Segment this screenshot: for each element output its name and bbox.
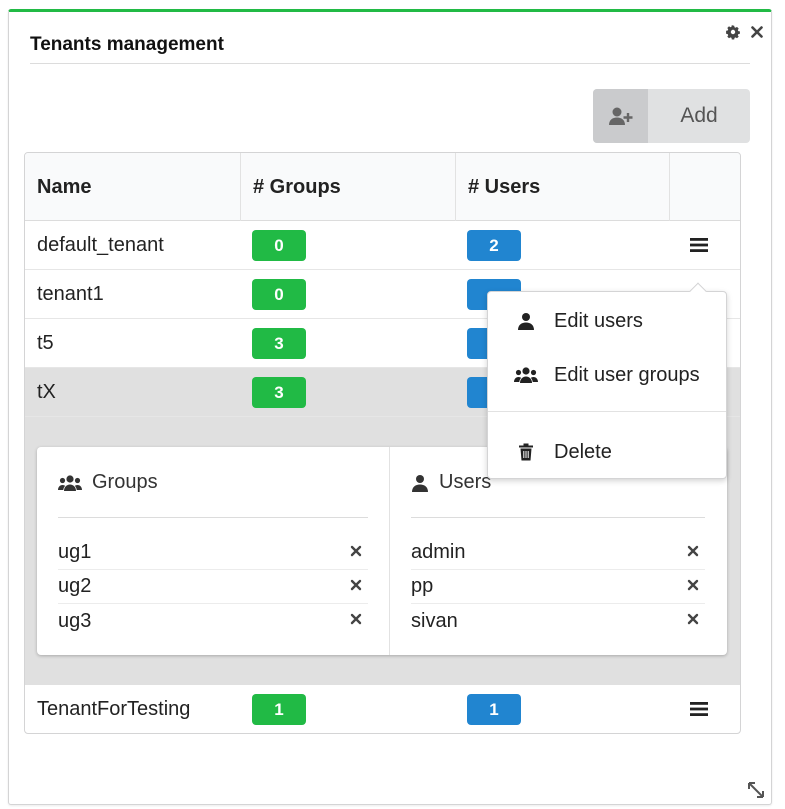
user-name: pp	[411, 575, 434, 597]
table-row[interactable]: TenantForTesting 1 1	[25, 685, 740, 733]
user-name: admin	[411, 541, 466, 563]
groups-count-badge: 0	[252, 230, 306, 261]
group-name: ug2	[58, 575, 92, 597]
user-item: sivan	[411, 604, 705, 638]
groups-count-badge: 3	[252, 377, 306, 408]
menu-icon[interactable]	[689, 236, 709, 254]
remove-user-icon[interactable]	[687, 545, 699, 557]
tenant-name: default_tenant	[37, 233, 164, 256]
tenant-name: tenant1	[37, 282, 104, 305]
user-name: sivan	[411, 609, 458, 632]
remove-user-icon[interactable]	[687, 613, 699, 625]
users-divider	[411, 517, 705, 518]
column-header-users[interactable]: # Users	[456, 153, 670, 221]
users-count-badge: 1	[467, 694, 521, 725]
column-header-name[interactable]: Name	[25, 153, 241, 221]
users-count-badge: 2	[467, 230, 521, 261]
menu-icon[interactable]	[689, 700, 709, 718]
remove-group-icon[interactable]	[350, 613, 362, 625]
menu-divider	[488, 411, 726, 412]
menu-item-label: Edit user groups	[554, 363, 700, 386]
user-icon	[412, 474, 428, 492]
column-header-groups[interactable]: # Groups	[241, 153, 456, 221]
group-item: ug3	[58, 604, 368, 638]
groups-divider	[58, 517, 368, 518]
menu-item-edit-user-groups[interactable]: Edit user groups	[488, 351, 726, 399]
trash-icon	[519, 443, 533, 461]
groups-heading: Groups	[58, 471, 158, 494]
title-divider	[30, 63, 750, 64]
remove-user-icon[interactable]	[687, 579, 699, 591]
group-item: ug1	[58, 536, 368, 570]
users-heading: Users	[411, 471, 491, 494]
tenant-actions-menu: Edit users Edit user groups Delete	[487, 282, 727, 479]
users-group-icon	[514, 367, 538, 383]
group-name: ug3	[58, 609, 92, 632]
column-header-actions	[670, 153, 740, 221]
table-header: Name # Groups # Users	[25, 153, 740, 221]
groups-count-badge: 3	[252, 328, 306, 359]
menu-item-delete[interactable]: Delete	[488, 428, 726, 476]
groups-count-badge: 0	[252, 279, 306, 310]
add-button-label: Add	[680, 104, 718, 127]
remove-group-icon[interactable]	[350, 579, 362, 591]
user-item: admin	[411, 536, 705, 570]
menu-item-edit-users[interactable]: Edit users	[488, 297, 726, 345]
add-tenant-button[interactable]: Add	[593, 89, 750, 143]
table-row[interactable]: default_tenant 0 2	[25, 221, 740, 270]
widget-title: Tenants management	[30, 34, 224, 55]
tenant-name: tX	[37, 380, 56, 403]
user-plus-icon	[593, 89, 648, 143]
groups-heading-label: Groups	[92, 471, 158, 493]
user-icon	[518, 313, 534, 330]
users-heading-label: Users	[439, 471, 492, 493]
groups-column: Groups ug1 ug2 ug3	[37, 447, 390, 655]
group-item: ug2	[58, 570, 368, 604]
tenant-name: t5	[37, 331, 54, 354]
tenant-name: TenantForTesting	[37, 697, 191, 720]
resize-handle-icon[interactable]	[746, 780, 766, 800]
close-icon[interactable]	[749, 24, 765, 40]
menu-item-label: Delete	[554, 440, 612, 463]
menu-item-label: Edit users	[554, 309, 643, 332]
remove-group-icon[interactable]	[350, 545, 362, 557]
groups-count-badge: 1	[252, 694, 306, 725]
gear-icon[interactable]	[725, 24, 741, 40]
users-group-icon	[58, 474, 82, 491]
group-name: ug1	[58, 541, 92, 563]
user-item: pp	[411, 570, 705, 604]
